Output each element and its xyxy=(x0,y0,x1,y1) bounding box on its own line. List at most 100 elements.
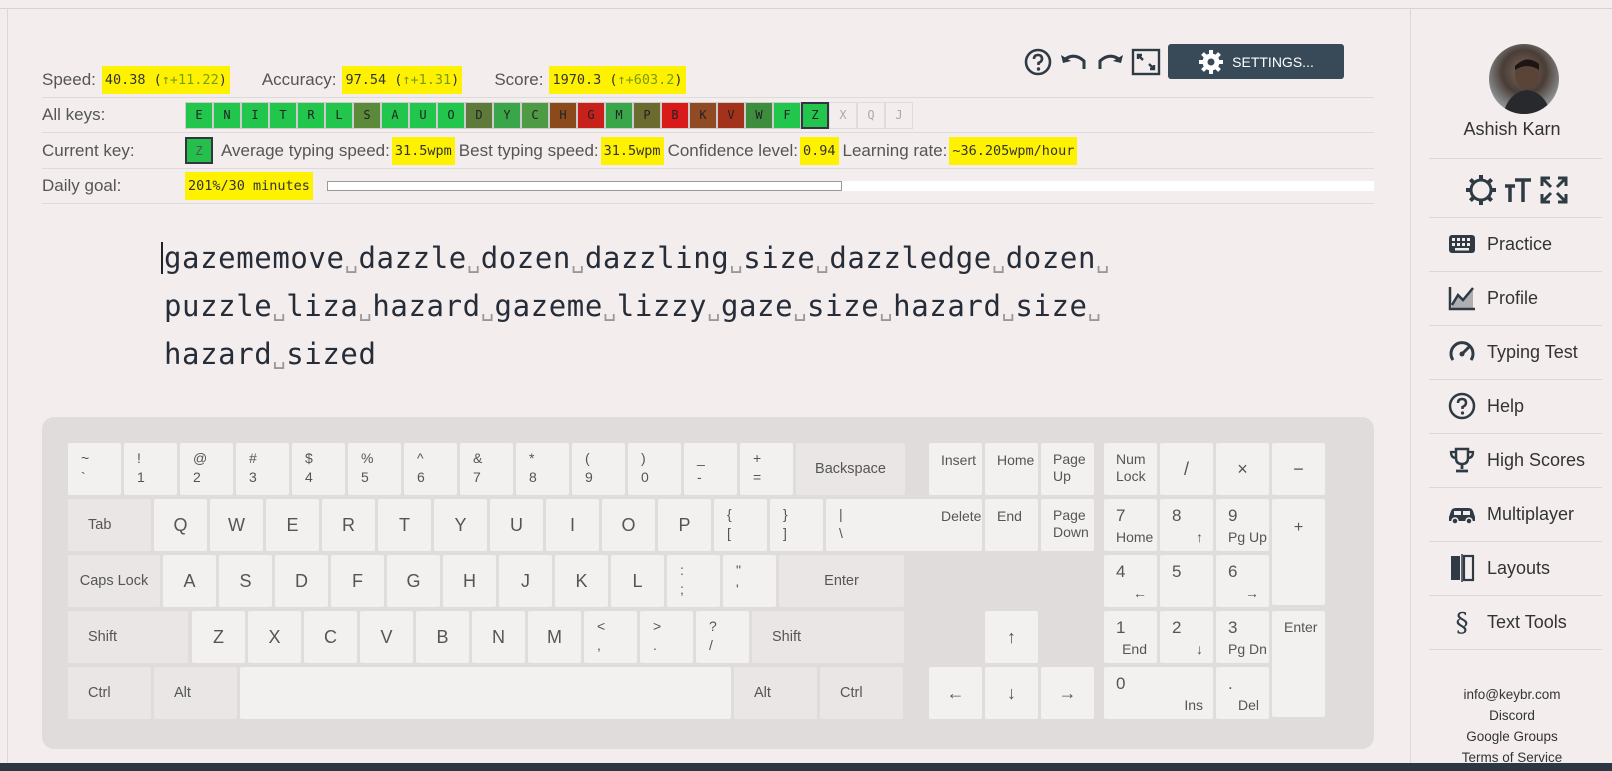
key-arrow-right[interactable]: → xyxy=(1041,667,1094,719)
key-a[interactable]: A xyxy=(163,555,216,607)
key-punct-1[interactable]: " ' xyxy=(723,555,776,607)
key-w[interactable]: W xyxy=(210,499,263,551)
key-tab[interactable]: Tab xyxy=(68,499,151,551)
key-q[interactable]: Q xyxy=(154,499,207,551)
sidebar-item-profile[interactable]: Profile xyxy=(1429,271,1602,326)
key-insert[interactable]: Insert xyxy=(929,443,982,495)
key-num-6[interactable]: 6 → xyxy=(1216,555,1269,607)
sidebar-item-high-scores[interactable]: High Scores xyxy=(1429,433,1602,488)
key-delete[interactable]: Delete xyxy=(929,499,982,551)
key-n[interactable]: N xyxy=(472,611,525,663)
key-s[interactable]: S xyxy=(219,555,272,607)
key-num-lock[interactable]: Num Lock xyxy=(1104,443,1157,495)
key-num-enter[interactable]: Enter xyxy=(1272,611,1325,717)
key-0[interactable]: ) 0 xyxy=(628,443,681,495)
key-u[interactable]: U xyxy=(490,499,543,551)
key-num-multiply[interactable]: × xyxy=(1216,443,1269,495)
key-m[interactable]: M xyxy=(528,611,581,663)
key-num-0[interactable]: 0 Ins xyxy=(1104,667,1213,719)
key-5[interactable]: % 5 xyxy=(348,443,401,495)
key-4[interactable]: $4 xyxy=(292,443,345,495)
key-home[interactable]: Home xyxy=(985,443,1038,495)
key-i[interactable]: I xyxy=(546,499,599,551)
key-num-minus[interactable]: − xyxy=(1272,443,1325,495)
key-shift-right[interactable]: Shift xyxy=(752,611,904,663)
key-page-up[interactable]: Page Up xyxy=(1041,443,1094,495)
key-arrow-up[interactable]: ↑ xyxy=(985,611,1038,663)
key-3[interactable]: #3 xyxy=(236,443,289,495)
key-num-slash[interactable]: / xyxy=(1160,443,1213,495)
key-num-3[interactable]: 3 Pg Dn xyxy=(1216,611,1269,663)
key-shift-left[interactable]: Shift xyxy=(68,611,188,663)
key-caps-lock[interactable]: Caps Lock xyxy=(68,555,160,607)
key-punct-z-1[interactable]: >. xyxy=(640,611,693,663)
sidebar-item-practice[interactable]: Practice xyxy=(1429,217,1602,272)
key-1[interactable]: ! 1 xyxy=(124,443,177,495)
key-page-down[interactable]: Page Down xyxy=(1041,499,1094,551)
key-arrow-left[interactable]: ← xyxy=(929,667,982,719)
key-v[interactable]: V xyxy=(360,611,413,663)
key-enter[interactable]: Enter xyxy=(779,555,904,607)
key-end[interactable]: End xyxy=(985,499,1038,551)
key-l[interactable]: L xyxy=(611,555,664,607)
key-d[interactable]: D xyxy=(275,555,328,607)
key-num-9[interactable]: 9 Pg Up xyxy=(1216,499,1269,551)
avatar[interactable] xyxy=(1489,44,1559,114)
username[interactable]: Ashish Karn xyxy=(1411,119,1612,140)
key-num-7[interactable]: 7 Home xyxy=(1104,499,1157,551)
key-punct-z-0[interactable]: <, xyxy=(584,611,637,663)
font-size-icon[interactable] xyxy=(1503,174,1533,210)
key-alt-left[interactable]: Alt xyxy=(154,667,237,719)
key-e[interactable]: E xyxy=(266,499,319,551)
key-backspace[interactable]: Backspace xyxy=(796,443,905,495)
key-punct-0[interactable]: :; xyxy=(667,555,720,607)
key-7[interactable]: & 7 xyxy=(460,443,513,495)
key-6[interactable]: ^ 6 xyxy=(404,443,457,495)
key-punct-z-2[interactable]: ? / xyxy=(696,611,749,663)
key-o[interactable]: O xyxy=(602,499,655,551)
sidebar-item-help[interactable]: Help xyxy=(1429,379,1602,434)
key-r[interactable]: R xyxy=(322,499,375,551)
footer-link[interactable]: info@keybr.com xyxy=(1411,684,1612,705)
key-g[interactable]: G xyxy=(387,555,440,607)
key-num-2[interactable]: 2 ↓ xyxy=(1160,611,1213,663)
key-y[interactable]: Y xyxy=(434,499,487,551)
key-bracket-0[interactable]: {[ xyxy=(714,499,767,551)
key-t[interactable]: T xyxy=(378,499,431,551)
key-space[interactable] xyxy=(240,667,731,719)
key-alt-right[interactable]: Alt xyxy=(734,667,817,719)
key-num-5[interactable]: 5 xyxy=(1160,555,1213,607)
key-8[interactable]: * 8 xyxy=(516,443,569,495)
key-num-1[interactable]: 1 End xyxy=(1104,611,1157,663)
key-num-dot[interactable]: . Del xyxy=(1216,667,1269,719)
key-ctrl-left[interactable]: Ctrl xyxy=(68,667,151,719)
sidebar-item-text-tools[interactable]: § Text Tools xyxy=(1429,595,1602,650)
sidebar-item-multiplayer[interactable]: Multiplayer xyxy=(1429,487,1602,542)
key-num-4[interactable]: 4 ← xyxy=(1104,555,1157,607)
key-k[interactable]: K xyxy=(555,555,608,607)
key-num-8[interactable]: 8 ↑ xyxy=(1160,499,1213,551)
key-2[interactable]: @2 xyxy=(180,443,233,495)
key-bracket-1[interactable]: }] xyxy=(770,499,823,551)
key-b[interactable]: B xyxy=(416,611,469,663)
key--[interactable]: _ - xyxy=(684,443,737,495)
key-j[interactable]: J xyxy=(499,555,552,607)
key-9[interactable]: (9 xyxy=(572,443,625,495)
footer-link[interactable]: Discord xyxy=(1411,705,1612,726)
theme-icon[interactable] xyxy=(1465,174,1497,210)
expand-icon[interactable] xyxy=(1539,174,1569,210)
key-ctrl-right[interactable]: Ctrl xyxy=(820,667,903,719)
key-num-plus[interactable]: + xyxy=(1272,499,1325,605)
key-arrow-down[interactable]: ↓ xyxy=(985,667,1038,719)
key-c[interactable]: C xyxy=(304,611,357,663)
practice-text[interactable]: gazememove␣dazzle␣dozen␣dazzling␣size␣da… xyxy=(161,236,1164,380)
sidebar-item-typing-test[interactable]: Typing Test xyxy=(1429,325,1602,380)
key-p[interactable]: P xyxy=(658,499,711,551)
key-x[interactable]: X xyxy=(248,611,301,663)
key-`[interactable]: ~ ` xyxy=(68,443,121,495)
key-h[interactable]: H xyxy=(443,555,496,607)
key-bracket-2[interactable]: | \ xyxy=(826,499,934,551)
key-=[interactable]: + = xyxy=(740,443,793,495)
key-f[interactable]: F xyxy=(331,555,384,607)
footer-link[interactable]: Google Groups xyxy=(1411,726,1612,747)
